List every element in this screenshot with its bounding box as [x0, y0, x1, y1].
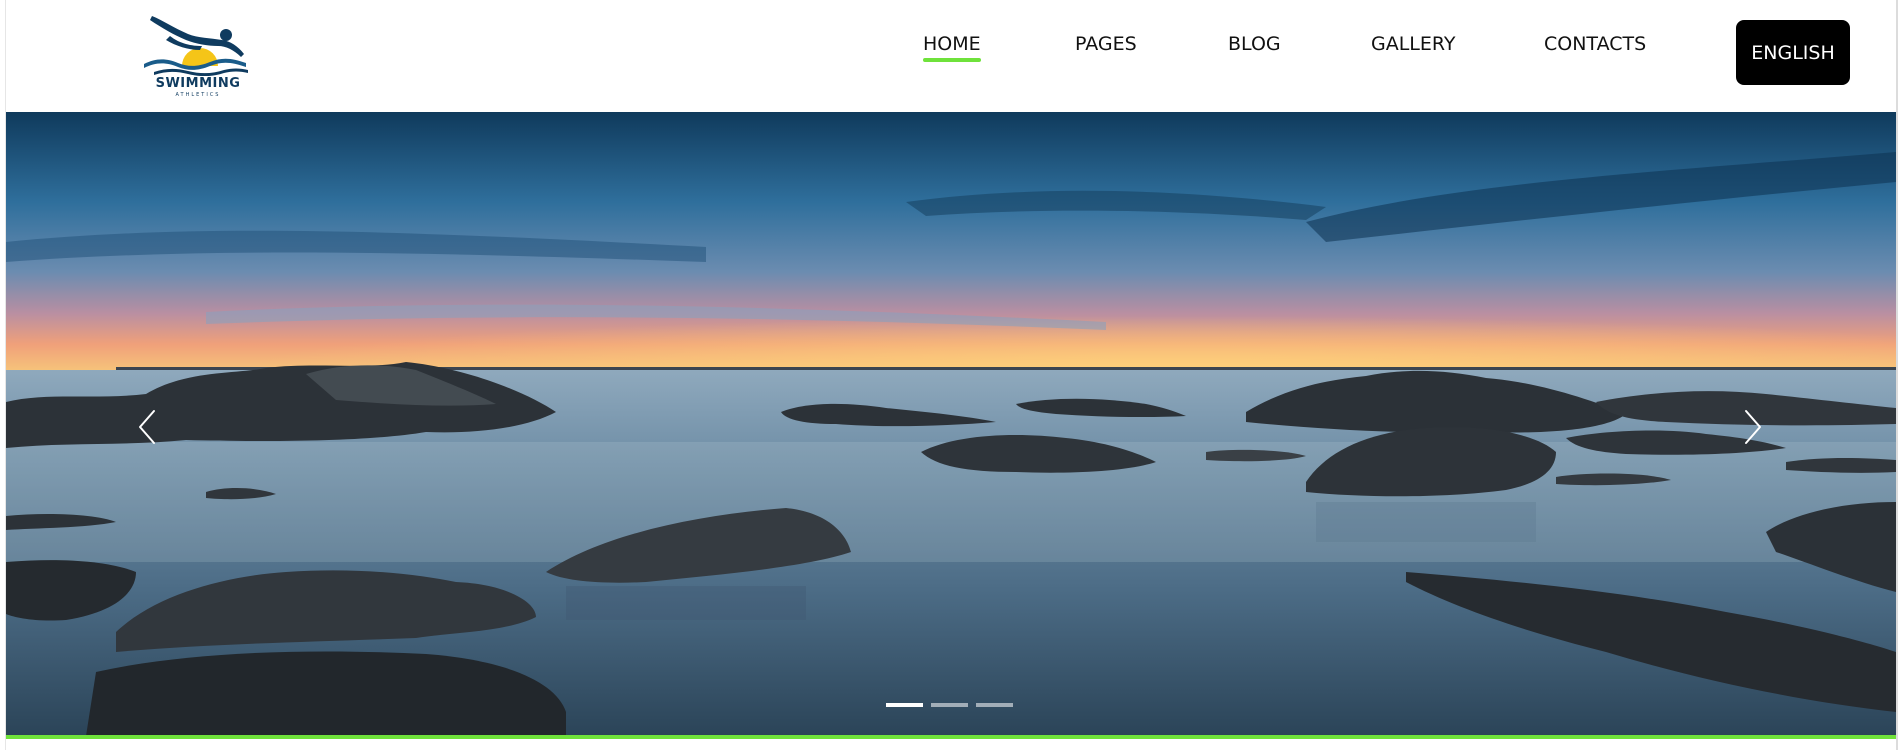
- chevron-left-icon: [139, 410, 155, 444]
- slider-dot-3[interactable]: [976, 703, 1013, 707]
- slider-prev-button[interactable]: [126, 405, 166, 449]
- logo-title: SWIMMING: [155, 76, 241, 91]
- nav-item-contacts[interactable]: CONTACTS: [1544, 30, 1646, 60]
- nav-item-gallery[interactable]: GALLERY: [1371, 30, 1456, 60]
- language-button[interactable]: ENGLISH: [1736, 20, 1850, 85]
- accent-divider: [6, 735, 1896, 739]
- slider-pagination: [886, 703, 1016, 709]
- chevron-right-icon: [1745, 410, 1761, 444]
- scrollbar-edge: [1896, 0, 1898, 750]
- hero-slider: [6, 112, 1896, 736]
- nav-item-home[interactable]: HOME: [923, 30, 981, 62]
- slider-dot-1[interactable]: [886, 703, 923, 707]
- slider-dot-2[interactable]: [931, 703, 968, 707]
- site-header: SWIMMING ATHLETICS HOME PAGES BLOG GALLE…: [6, 0, 1896, 112]
- slider-next-button[interactable]: [1734, 405, 1774, 449]
- logo-subtitle: ATHLETICS: [175, 92, 221, 98]
- nav-item-pages[interactable]: PAGES: [1075, 30, 1137, 60]
- swimmer-logo-icon: [144, 16, 248, 76]
- site-logo[interactable]: SWIMMING ATHLETICS: [140, 10, 256, 102]
- page: SWIMMING ATHLETICS HOME PAGES BLOG GALLE…: [0, 0, 1901, 750]
- nav-item-blog[interactable]: BLOG: [1228, 30, 1281, 60]
- hero-image: [6, 112, 1896, 736]
